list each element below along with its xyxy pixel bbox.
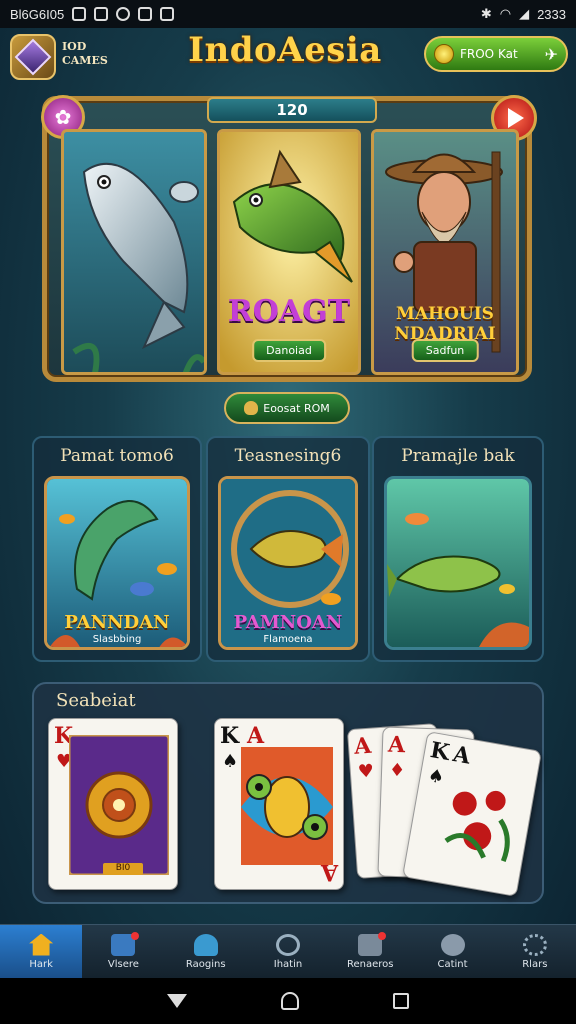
card-games-section: Seabeiat K ♥ BI0 K ♠ A A A ♥ A ♦ K ♠ A xyxy=(32,682,544,904)
app-header: IOD CAMES IndoAesia FROO Kat ✈ xyxy=(0,28,576,88)
back-icon[interactable] xyxy=(167,994,187,1008)
tab-chat[interactable]: Ihatin xyxy=(247,925,329,978)
featured-carousel[interactable]: 120 ✿ ROAGT Danoiad MAHOUIS NDADRJAI Sad… xyxy=(41,95,537,382)
brand-logo[interactable] xyxy=(10,34,56,80)
app-title: IndoAesia xyxy=(188,30,382,70)
promo-label: FROO Kat xyxy=(460,47,518,61)
money-bag-icon xyxy=(244,401,259,415)
airplane-icon: ✈ xyxy=(544,44,558,64)
card-rank-second: A xyxy=(450,741,473,770)
panel-title-roast: ROAGT xyxy=(227,294,351,329)
home-nav-icon[interactable] xyxy=(281,992,299,1010)
play-icon xyxy=(508,108,524,128)
tab-rankings[interactable]: Raogins xyxy=(165,925,247,978)
ornate-card-art xyxy=(69,735,169,875)
collect-label: Eoosat ROM xyxy=(263,401,330,415)
tab-label: Catint xyxy=(437,958,468,970)
category-art-underwater-fish xyxy=(384,476,532,650)
bluetooth-icon: ✱ xyxy=(480,6,492,21)
flower-icon: ✿ xyxy=(54,105,72,129)
spade-icon: ♠ xyxy=(426,764,446,789)
house-icon xyxy=(193,933,218,956)
category-tile-2[interactable]: Teasnesing6 PAMNOAN Flamoena xyxy=(206,436,370,662)
carousel-panel-roast[interactable]: ROAGT Danoiad xyxy=(217,129,361,375)
category-title: Pamat tomo6 xyxy=(60,446,174,466)
card-game-ace[interactable]: K ♠ A A xyxy=(214,718,344,890)
panel-title-adventurer: MAHOUIS NDADRJAI xyxy=(374,304,516,344)
wifi-icon: ◠ xyxy=(499,6,512,21)
coin-icon xyxy=(434,44,454,64)
card-rank: A xyxy=(387,731,406,759)
silver-fish-illustration xyxy=(64,132,204,372)
collect-bonus-button[interactable]: Eoosat ROM xyxy=(224,392,350,424)
diamond-icon: ♦ xyxy=(388,759,406,782)
image-notification-icon xyxy=(72,7,87,21)
card-rank-bottom: A xyxy=(320,859,338,885)
category-label: PAMNOAN xyxy=(233,612,343,633)
category-art-ring-fish: PAMNOAN Flamoena xyxy=(218,476,358,650)
category-sublabel: Slasbbing xyxy=(92,634,142,645)
card-game-fan[interactable]: K ♠ A xyxy=(402,731,542,897)
recents-icon[interactable] xyxy=(393,993,409,1009)
category-tile-1[interactable]: Pamat tomo6 PANNDAN Slasbbing xyxy=(32,436,202,662)
tab-label: Ihatin xyxy=(273,958,303,970)
category-sublabel: Flamoena xyxy=(263,634,313,645)
tab-label: Rlars xyxy=(522,958,548,970)
heart-chat-icon xyxy=(440,933,465,956)
app-notification-icon xyxy=(94,7,109,21)
spade-icon: ♠ xyxy=(222,751,239,772)
card-rank: K xyxy=(220,723,240,749)
category-title: Pramajle bak xyxy=(401,446,515,466)
tab-more[interactable]: Rlars xyxy=(494,925,576,978)
brand-text: IOD CAMES xyxy=(62,40,108,68)
card-rank-second: A xyxy=(247,723,265,749)
bottom-tab-bar: Hark Vlsere Raogins Ihatin Renaeros Cati… xyxy=(0,924,576,978)
system-nav-bar xyxy=(0,978,576,1024)
tab-home[interactable]: Hark xyxy=(0,925,83,978)
notification-badge xyxy=(131,932,140,940)
card-game-king[interactable]: K ♥ BI0 xyxy=(48,718,178,890)
tab-label: Vlsere xyxy=(107,958,139,970)
category-title: Teasnesing6 xyxy=(234,446,342,466)
card-tag: BI0 xyxy=(103,863,143,875)
tab-videos[interactable]: Vlsere xyxy=(82,925,164,978)
heart-icon: ♥ xyxy=(357,760,375,783)
message-notification-icon xyxy=(138,7,153,21)
brand-line-1: IOD xyxy=(62,40,87,53)
card-rank: A xyxy=(353,732,373,760)
tab-label: Hark xyxy=(29,958,53,970)
chat-bubble-icon xyxy=(275,933,300,956)
file-notification-icon xyxy=(160,7,175,21)
tab-label: Raogins xyxy=(185,958,226,970)
section-title: Seabeiat xyxy=(56,690,136,711)
status-bar: Bl6G6I05 ✱ ◠ ◢ 2333 xyxy=(0,0,576,28)
colorful-face-art xyxy=(241,747,333,865)
gem-icon xyxy=(14,38,52,76)
card-rank: K xyxy=(428,737,452,766)
status-time: 2333 xyxy=(537,6,566,22)
promo-button[interactable]: FROO Kat ✈ xyxy=(424,36,568,72)
carousel-panel-adventurer[interactable]: MAHOUIS NDADRJAI Sadfun xyxy=(371,129,519,375)
panel-play-button[interactable]: Sadfun xyxy=(411,339,479,362)
home-icon xyxy=(29,933,54,956)
category-art-jumping-fish: PANNDAN Slasbbing xyxy=(44,476,190,650)
signal-icon: ◢ xyxy=(519,6,530,21)
category-tile-3[interactable]: Pramajle bak xyxy=(372,436,544,662)
carousel-panel-fish[interactable] xyxy=(61,129,207,375)
tab-rewards[interactable]: Renaeros xyxy=(329,925,411,978)
green-fish-illustration xyxy=(220,132,358,372)
tab-contact[interactable]: Catint xyxy=(411,925,493,978)
sync-notification-icon xyxy=(116,7,131,21)
floral-card-art xyxy=(432,770,528,873)
brand-line-2: CAMES xyxy=(62,54,108,67)
settings-icon xyxy=(522,933,547,956)
carousel-counter: 120 xyxy=(207,97,377,123)
panel-title-adventurer-line1: MAHOUIS xyxy=(396,304,494,324)
category-label: PANNDAN xyxy=(64,612,170,633)
tab-label: Renaeros xyxy=(347,958,394,970)
notification-badge xyxy=(378,932,387,940)
panel-download-button[interactable]: Danoiad xyxy=(252,339,326,362)
status-left-text: Bl6G6I05 xyxy=(10,6,65,22)
